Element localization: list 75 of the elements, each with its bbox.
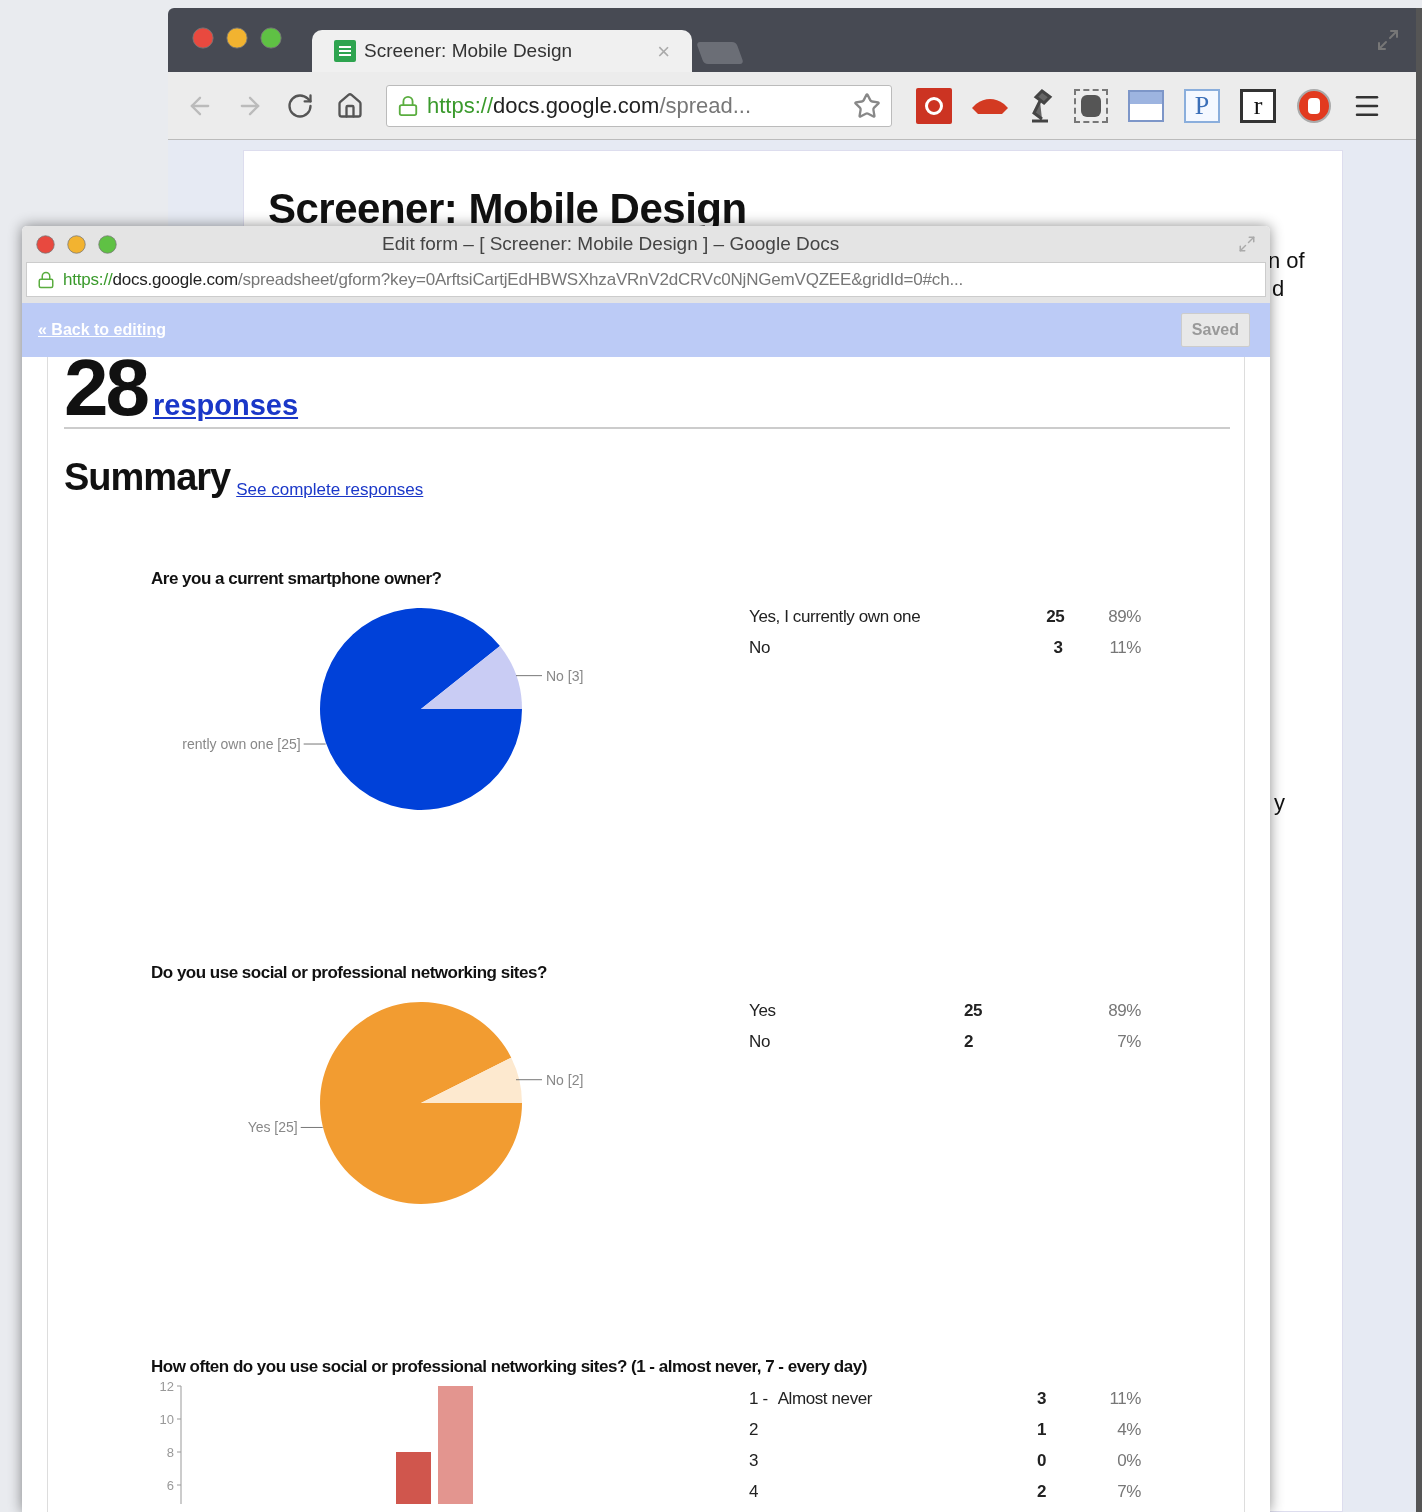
question-title: Do you use social or professional networking sites?: [151, 962, 548, 984]
answer-percent: 89%: [1107, 1000, 1141, 1023]
answer-label: Yes, I currently own one: [749, 606, 921, 629]
page-title: Screener: Mobile Design: [267, 184, 748, 234]
answer-count: 1: [1037, 1419, 1047, 1442]
answer-percent: 0%: [1116, 1450, 1141, 1473]
answer-percent: 7%: [1116, 1481, 1141, 1504]
axis-tick-label: 6: [166, 1477, 174, 1492]
page-text: n of: [1268, 247, 1305, 275]
extension-button[interactable]: r: [1240, 88, 1276, 123]
leader-line: [515, 1078, 543, 1080]
slice-label: No [3]: [546, 667, 584, 684]
browser-tab[interactable]: Screener: Mobile Design ×: [312, 30, 692, 72]
leader-line: [300, 1126, 324, 1128]
window-control-icon[interactable]: [260, 27, 282, 49]
stop-sign-icon[interactable]: [1296, 87, 1332, 124]
new-tab-button[interactable]: [696, 42, 744, 64]
axis-tick-label: 12: [159, 1381, 174, 1393]
spreadsheet-icon: [334, 40, 356, 62]
leader-line: [303, 743, 327, 745]
home-icon[interactable]: [336, 91, 364, 120]
answer-label: Almost never: [777, 1388, 873, 1411]
axis-tick-label: 8: [166, 1444, 174, 1459]
axis-tick-label: 10: [159, 1411, 174, 1426]
slice-label: Yes [25]: [247, 1118, 298, 1135]
window-title: Edit form – [ Screener: Mobile Design ] – Google Docs: [382, 231, 840, 256]
answer-count: 0: [1037, 1450, 1047, 1473]
responses-link[interactable]: responses: [153, 383, 299, 427]
response-count: 28: [64, 349, 147, 427]
question-title: Are you a current smartphone owner?: [151, 568, 443, 590]
address-bar[interactable]: https://docs.google.com/spreadsheet/gform?key=0ArftsiCartjEdHBWSXhzaVRnV2dCRVc0NjNGemVQZEE&gridId=0#ch...: [26, 262, 1266, 297]
answer-label: No: [749, 1031, 770, 1054]
page-text: y: [1274, 789, 1285, 817]
question-title: How often do you use social or professional networking sites? (1 - almost never, 7 - every day): [151, 1356, 868, 1378]
answer-count: 25: [1046, 606, 1065, 629]
answer-percent: 11%: [1108, 1388, 1141, 1411]
answer-count: 2: [964, 1031, 974, 1054]
answer-count: 3: [1053, 637, 1063, 660]
extension-button[interactable]: P: [1184, 88, 1220, 123]
window-control-icon[interactable]: [192, 27, 214, 49]
answer-percent: 11%: [1108, 637, 1141, 660]
reload-icon[interactable]: [286, 91, 314, 120]
answer-label: Yes: [749, 1000, 776, 1023]
lock-icon: [397, 94, 419, 117]
page-text: d: [1272, 275, 1285, 303]
fullscreen-icon[interactable]: [1376, 28, 1400, 52]
extension-icon[interactable]: [916, 87, 952, 124]
bookmark-star-icon[interactable]: [853, 91, 881, 120]
answer-label: 4: [749, 1481, 759, 1504]
answer-count: 2: [1037, 1481, 1047, 1504]
slice-label: rently own one [25]: [182, 735, 301, 752]
fullscreen-icon[interactable]: [1238, 235, 1256, 253]
lock-icon: [37, 270, 55, 289]
answer-percent: 89%: [1107, 606, 1141, 629]
window-control-icon[interactable]: [67, 234, 86, 254]
window-control-icon[interactable]: [226, 27, 248, 49]
complete-responses-link[interactable]: See complete responses: [236, 476, 424, 502]
window-control-icon[interactable]: [98, 234, 117, 254]
summary-heading: Summary: [64, 455, 231, 500]
answer-count: 25: [964, 1000, 983, 1023]
url-text: https://docs.google.com/spread...: [427, 92, 752, 120]
answer-count: 3: [1037, 1388, 1047, 1411]
tab-title: Screener: Mobile Design: [364, 38, 573, 63]
url-text: https://docs.google.com/spreadsheet/gform?key=0ArftsiCartjEdHBWSXhzaVRnV2dCRVc0NjNGemVQZEE&gridId=0#ch...: [63, 268, 963, 291]
address-bar[interactable]: https://docs.google.com/spread...: [386, 84, 892, 127]
window-layout-icon[interactable]: [1128, 89, 1164, 122]
answer-label: 3: [749, 1450, 759, 1473]
slice-label: No [2]: [546, 1071, 584, 1088]
answer-percent: 7%: [1116, 1031, 1141, 1054]
answer-label: 1 -: [749, 1388, 768, 1411]
leader-line: [515, 674, 543, 676]
window-control-icon[interactable]: [36, 234, 55, 254]
answer-label: 2: [749, 1419, 759, 1442]
answer-percent: 4%: [1116, 1419, 1141, 1442]
answer-label: No: [749, 637, 770, 660]
